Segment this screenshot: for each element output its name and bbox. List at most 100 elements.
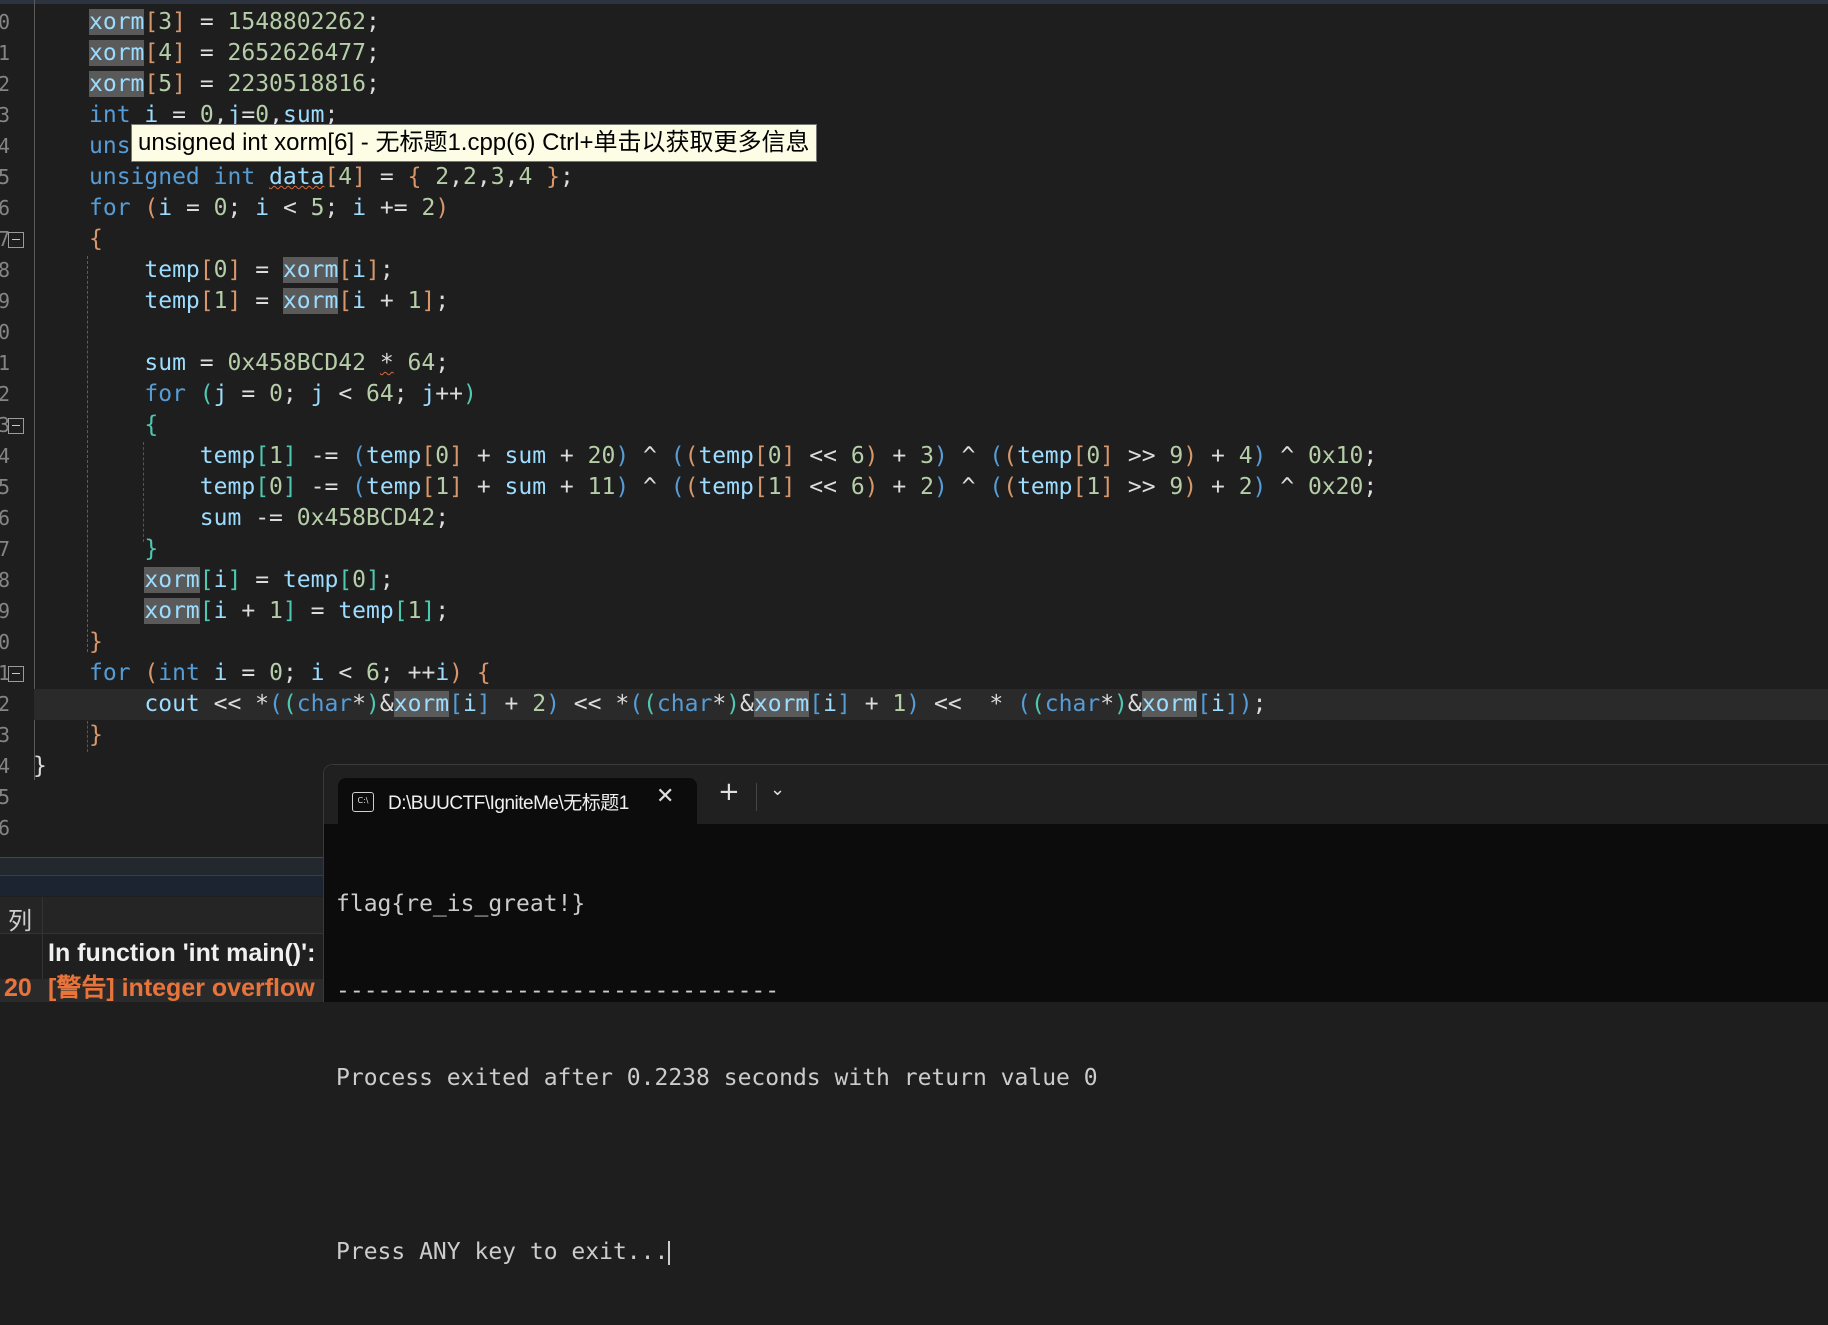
code-token: << bbox=[199, 691, 256, 717]
code-token: 0 bbox=[269, 474, 283, 500]
code-token: xorm bbox=[753, 691, 810, 717]
code-token: [ bbox=[421, 474, 436, 500]
code-token: ) bbox=[1114, 691, 1128, 717]
code-token: i bbox=[435, 660, 450, 686]
code-line[interactable]: temp[1] = xorm[i + 1]; bbox=[0, 286, 1828, 317]
message-row-function[interactable]: In function 'int main()': bbox=[48, 939, 315, 968]
code-line[interactable]: for (j = 0; j < 64; j++) bbox=[0, 379, 1828, 410]
code-token: 4 bbox=[518, 164, 533, 190]
output-text: Press ANY key to exit... bbox=[336, 1239, 669, 1265]
code-token: [ bbox=[753, 474, 768, 500]
code-line[interactable]: } bbox=[0, 627, 1828, 658]
code-token: ] bbox=[282, 474, 297, 500]
code-token: cout bbox=[144, 691, 200, 717]
code-token: 0x458BCD42 bbox=[227, 350, 366, 376]
terminal-output[interactable]: flag{re_is_great!} ---------------------… bbox=[336, 832, 1828, 1325]
code-token: i bbox=[352, 257, 367, 283]
code-token: ; bbox=[379, 567, 394, 593]
output-line: flag{re_is_great!} bbox=[336, 891, 586, 917]
code-token: ( bbox=[269, 691, 283, 717]
code-token: ] bbox=[172, 9, 186, 35]
column-header[interactable]: 列 bbox=[0, 897, 330, 935]
code-line[interactable]: sum -= 0x458BCD42; bbox=[0, 503, 1828, 534]
code-token: 0 bbox=[269, 660, 283, 686]
code-token: [ bbox=[199, 567, 214, 593]
code-line[interactable]: xorm[5] = 2230518816; bbox=[0, 69, 1828, 100]
code-token: ( bbox=[1017, 691, 1031, 717]
code-token: ^ bbox=[629, 443, 671, 469]
code-token: 0 bbox=[767, 443, 782, 469]
code-token: , bbox=[449, 164, 463, 190]
code-line[interactable]: for (int i = 0; i < 6; ++i) { bbox=[0, 658, 1828, 689]
code-token: = bbox=[366, 164, 408, 190]
code-line[interactable] bbox=[0, 317, 1828, 348]
code-token: [ bbox=[144, 71, 159, 97]
output-line: Process exited after 0.2238 seconds with… bbox=[336, 1065, 1098, 1091]
code-line[interactable]: temp[1] -= (temp[0] + sum + 20) ^ ((temp… bbox=[0, 441, 1828, 472]
code-token: 4 bbox=[1238, 443, 1253, 469]
code-line[interactable]: unsigned int data[4] = { 2,2,3,4 }; bbox=[0, 162, 1828, 193]
code-line-current[interactable]: cout << *((char*)&xorm[i] + 2) << *((cha… bbox=[34, 689, 1828, 720]
code-token: 1 bbox=[213, 288, 228, 314]
code-line[interactable]: } bbox=[0, 534, 1828, 565]
panel-splitter[interactable] bbox=[0, 857, 330, 876]
code-token: = bbox=[241, 288, 283, 314]
code-token: ) bbox=[435, 195, 450, 221]
close-icon[interactable]: ✕ bbox=[656, 784, 674, 809]
code-token: ) bbox=[615, 474, 630, 500]
code-token: ; bbox=[227, 195, 256, 221]
terminal-tab[interactable]: C:\ D:\BUUCTF\IgniteMe\无标题1 ✕ bbox=[338, 778, 697, 824]
code-token: ] bbox=[1100, 443, 1115, 469]
code-token: ) bbox=[1183, 474, 1198, 500]
code-line[interactable]: } bbox=[0, 720, 1828, 751]
code-token: ) bbox=[615, 443, 630, 469]
code-token: for bbox=[144, 381, 186, 407]
code-line[interactable]: xorm[i] = temp[0]; bbox=[0, 565, 1828, 596]
code-token: 1 bbox=[435, 474, 450, 500]
code-text: xorm[4] = 2652626477; bbox=[89, 38, 380, 69]
code-token: xorm bbox=[1141, 691, 1198, 717]
code-token: = bbox=[185, 71, 228, 97]
code-token: 5 bbox=[158, 71, 173, 97]
code-token: 2 bbox=[463, 164, 477, 190]
code-token: temp bbox=[199, 443, 256, 469]
code-token: = bbox=[227, 381, 270, 407]
code-token: ) bbox=[933, 443, 948, 469]
code-token: ) bbox=[726, 691, 741, 717]
code-line[interactable]: { bbox=[0, 410, 1828, 441]
code-token: -= bbox=[296, 474, 353, 500]
code-token: ; bbox=[1252, 691, 1267, 717]
terminal-window[interactable]: C:\ D:\BUUCTF\IgniteMe\无标题1 ✕ + ⌄ flag{r… bbox=[323, 764, 1828, 1265]
code-token: 1 bbox=[407, 288, 422, 314]
code-token: ( bbox=[199, 381, 214, 407]
code-token: ; bbox=[435, 505, 450, 531]
code-token: + bbox=[1197, 474, 1239, 500]
code-token: unsigned bbox=[89, 164, 200, 190]
code-token: i bbox=[310, 660, 325, 686]
code-line[interactable]: temp[0] = xorm[i]; bbox=[0, 255, 1828, 286]
code-token: 1 bbox=[767, 474, 782, 500]
code-line[interactable]: xorm[3] = 1548802262; bbox=[0, 7, 1828, 38]
code-line[interactable]: temp[0] -= (temp[1] + sum + 11) ^ ((temp… bbox=[0, 472, 1828, 503]
code-line[interactable]: for (i = 0; i < 5; i += 2) bbox=[0, 193, 1828, 224]
code-token: uns bbox=[89, 133, 131, 159]
code-line[interactable]: { bbox=[0, 224, 1828, 255]
code-token: sum bbox=[504, 443, 547, 469]
code-token: & bbox=[740, 691, 754, 717]
new-tab-button[interactable]: + bbox=[718, 777, 740, 807]
code-token: ( bbox=[144, 195, 159, 221]
code-token: 9 bbox=[1169, 443, 1184, 469]
chevron-down-icon[interactable]: ⌄ bbox=[770, 779, 785, 800]
code-token: ; bbox=[324, 195, 353, 221]
code-line[interactable]: xorm[4] = 2652626477; bbox=[0, 38, 1828, 69]
code-token: ] bbox=[352, 164, 367, 190]
code-token: ) bbox=[463, 381, 477, 407]
code-token: * bbox=[712, 691, 727, 717]
code-token: ] bbox=[227, 288, 242, 314]
code-token: xorm bbox=[393, 691, 450, 717]
code-line[interactable]: xorm[i + 1] = temp[1]; bbox=[0, 596, 1828, 627]
line-number: 6 bbox=[0, 816, 10, 840]
code-line[interactable]: sum = 0x458BCD42 * 64; bbox=[0, 348, 1828, 379]
